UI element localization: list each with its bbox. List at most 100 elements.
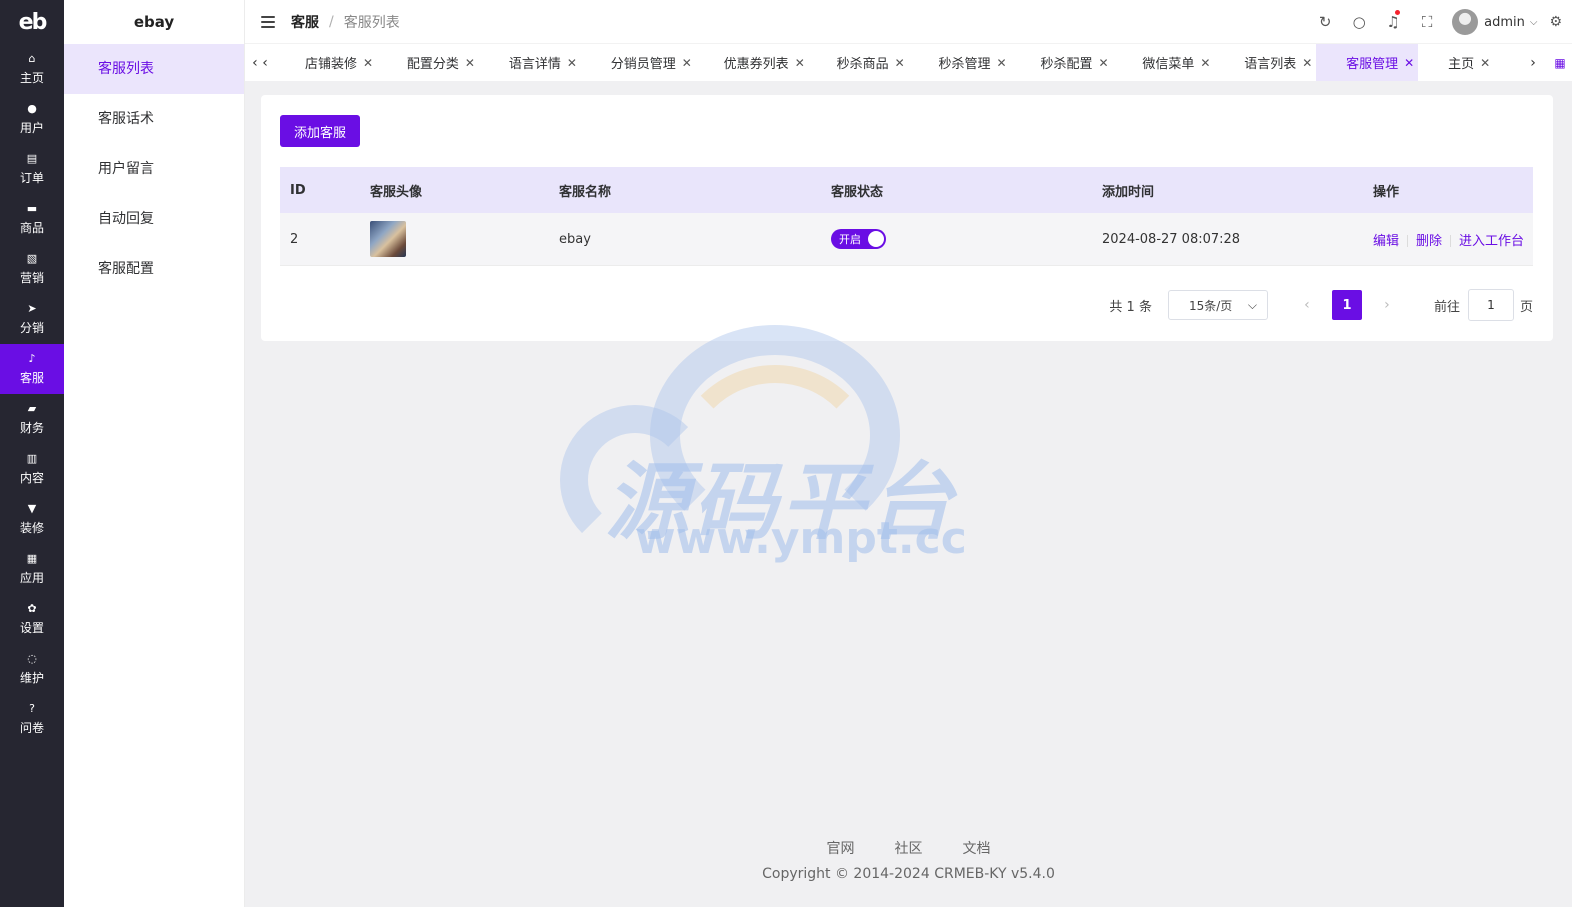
close-icon[interactable]: ✕ (682, 56, 692, 70)
sidebar-item-0[interactable]: 客服列表 (64, 44, 244, 94)
search-icon[interactable]: ○ (1342, 13, 1376, 31)
prev-page-icon[interactable]: ‹ (1292, 297, 1322, 313)
username-label[interactable]: admin (1484, 15, 1525, 30)
sidebar-item-3[interactable]: 自动回复 (64, 194, 244, 244)
close-icon[interactable]: ✕ (465, 56, 475, 70)
tab-2[interactable]: 语言详情 ✕ (479, 44, 581, 81)
watermark-url: www.ympt.cc (635, 513, 967, 564)
close-icon[interactable]: ✕ (1200, 56, 1210, 70)
tabs-menu-icon[interactable]: ▦ (1548, 44, 1572, 81)
chevron-down-icon[interactable]: ⌵ (1530, 17, 1538, 28)
cell-time: 2024-08-27 08:07:28 (1102, 231, 1241, 247)
page-size-value: 15条/页 (1188, 298, 1233, 313)
user-avatar[interactable] (1452, 9, 1479, 35)
notification-bell-icon[interactable]: ♫ (1376, 10, 1410, 31)
close-icon[interactable]: ✕ (1098, 56, 1108, 70)
notification-dot (1395, 10, 1401, 15)
close-icon[interactable]: ✕ (997, 56, 1007, 70)
rail-item-12[interactable]: ◌ 维护 (0, 644, 64, 694)
footer-link-docs[interactable]: 文档 (963, 838, 991, 858)
footer-link-official[interactable]: 官网 (827, 838, 855, 858)
breadcrumb-separator: / (329, 13, 334, 30)
rail-item-9[interactable]: ▼ 装修 (0, 494, 64, 544)
edit-link[interactable]: 编辑 (1373, 234, 1399, 249)
maintenance-icon: ◌ (27, 651, 37, 665)
tab-4[interactable]: 优惠券列表 ✕ (694, 44, 807, 81)
rail-item-label: 客服 (19, 370, 44, 385)
fullscreen-icon[interactable]: ⛶ (1410, 13, 1444, 31)
goto-page-input[interactable] (1467, 289, 1514, 321)
service-avatar-image[interactable] (370, 221, 406, 257)
rail-item-1[interactable]: ● 用户 (0, 94, 64, 144)
tab-label: 优惠券列表 (723, 57, 789, 72)
tab-label: 分销员管理 (610, 57, 676, 72)
bell-icon: ♪ (28, 351, 36, 365)
rail-item-6[interactable]: ♪ 客服 (0, 344, 64, 394)
rail-item-7[interactable]: ▰ 财务 (0, 394, 64, 444)
breadcrumb-parent[interactable]: 客服 (291, 12, 319, 32)
menu-toggle-icon[interactable] (261, 15, 275, 28)
tab-label: 配置分类 (406, 57, 459, 72)
rail-item-10[interactable]: ▦ 应用 (0, 544, 64, 594)
tab-11[interactable]: 主页 ✕ (1418, 44, 1518, 81)
tab-label: 语言列表 (1244, 57, 1297, 72)
rail-item-4[interactable]: ▧ 营销 (0, 244, 64, 294)
sidebar-item-2[interactable]: 用户留言 (64, 144, 244, 194)
tab-label: 店铺装修 (305, 57, 358, 72)
app-logo[interactable]: eb (0, 0, 64, 44)
page-size-select[interactable]: 15条/页 ⌵ (1167, 290, 1268, 320)
rail-item-5[interactable]: ➤ 分销 (0, 294, 64, 344)
tabs-scroll-right-icon[interactable]: › (1518, 44, 1548, 81)
close-icon[interactable]: ✕ (895, 56, 905, 70)
watermark: 源码平台 www.ympt.cc (560, 325, 1000, 575)
close-icon[interactable]: ✕ (795, 56, 805, 70)
close-icon[interactable]: ✕ (1480, 56, 1490, 70)
main-nav-rail: eb ⌂ 主页 ● 用户 ▤ 订单 ▬ 商品 ▧ 营销 ➤ 分销 ♪ 客服 ▰ 财务 ▥ 内容 ▼ 装修 ▦ 应用 ✿ 设置 ◌… (0, 0, 64, 907)
rail-item-label: 营销 (19, 270, 44, 285)
rail-item-label: 主页 (19, 70, 44, 85)
sidebar-item-1[interactable]: 客服话术 (64, 94, 244, 144)
enter-workbench-link[interactable]: 进入工作台 (1459, 234, 1524, 249)
watermark-arc-shape (670, 365, 880, 575)
rail-item-label: 用户 (19, 120, 44, 135)
header-actions: 操作 (1373, 184, 1400, 200)
product-icon: ▬ (26, 201, 38, 215)
secondary-sidebar: ebay 客服列表 客服话术 用户留言 自动回复 客服配置 (64, 0, 245, 907)
header-avatar: 客服头像 (370, 184, 423, 200)
rail-item-11[interactable]: ✿ 设置 (0, 594, 64, 644)
tabs-scroll-left-icon[interactable]: ‹ ‹ (245, 44, 275, 81)
close-icon[interactable]: ✕ (363, 56, 373, 70)
tab-1[interactable]: 配置分类 ✕ (377, 44, 479, 81)
rail-item-8[interactable]: ▥ 内容 (0, 444, 64, 494)
page-number-current[interactable]: 1 (1331, 290, 1362, 320)
status-toggle[interactable]: 开启 (831, 229, 886, 249)
tab-8[interactable]: 微信菜单 ✕ (1112, 44, 1214, 81)
close-icon[interactable]: ✕ (1404, 56, 1414, 70)
rail-item-2[interactable]: ▤ 订单 (0, 144, 64, 194)
finance-icon: ▰ (27, 401, 37, 415)
refresh-icon[interactable]: ↻ (1308, 13, 1342, 31)
close-icon[interactable]: ✕ (567, 56, 577, 70)
close-icon[interactable]: ✕ (1302, 56, 1312, 70)
tab-6[interactable]: 秒杀管理 ✕ (909, 44, 1011, 81)
tab-3[interactable]: 分销员管理 ✕ (581, 44, 694, 81)
tab-10[interactable]: 客服管理 ✕ (1316, 44, 1419, 81)
user-icon: ● (27, 101, 37, 115)
tab-0[interactable]: 店铺装修 ✕ (275, 44, 377, 81)
marketing-icon: ▧ (26, 251, 38, 265)
status-toggle-label: 开启 (839, 233, 861, 246)
rail-item-3[interactable]: ▬ 商品 (0, 194, 64, 244)
footer-link-community[interactable]: 社区 (895, 838, 923, 858)
tab-9[interactable]: 语言列表 ✕ (1214, 44, 1316, 81)
tab-5[interactable]: 秒杀商品 ✕ (807, 44, 909, 81)
rail-item-13[interactable]: ? 问卷 (0, 694, 64, 744)
delete-link[interactable]: 删除 (1416, 234, 1442, 249)
rail-item-label: 设置 (19, 620, 44, 635)
breadcrumb: 客服 / 客服列表 (291, 12, 400, 32)
sidebar-item-4[interactable]: 客服配置 (64, 244, 244, 294)
add-customer-service-button[interactable]: 添加客服 (280, 115, 360, 147)
next-page-icon[interactable]: › (1372, 297, 1402, 313)
theme-settings-icon[interactable]: ⚙ (1549, 14, 1562, 30)
tab-7[interactable]: 秒杀配置 ✕ (1010, 44, 1112, 81)
rail-item-0[interactable]: ⌂ 主页 (0, 44, 64, 94)
